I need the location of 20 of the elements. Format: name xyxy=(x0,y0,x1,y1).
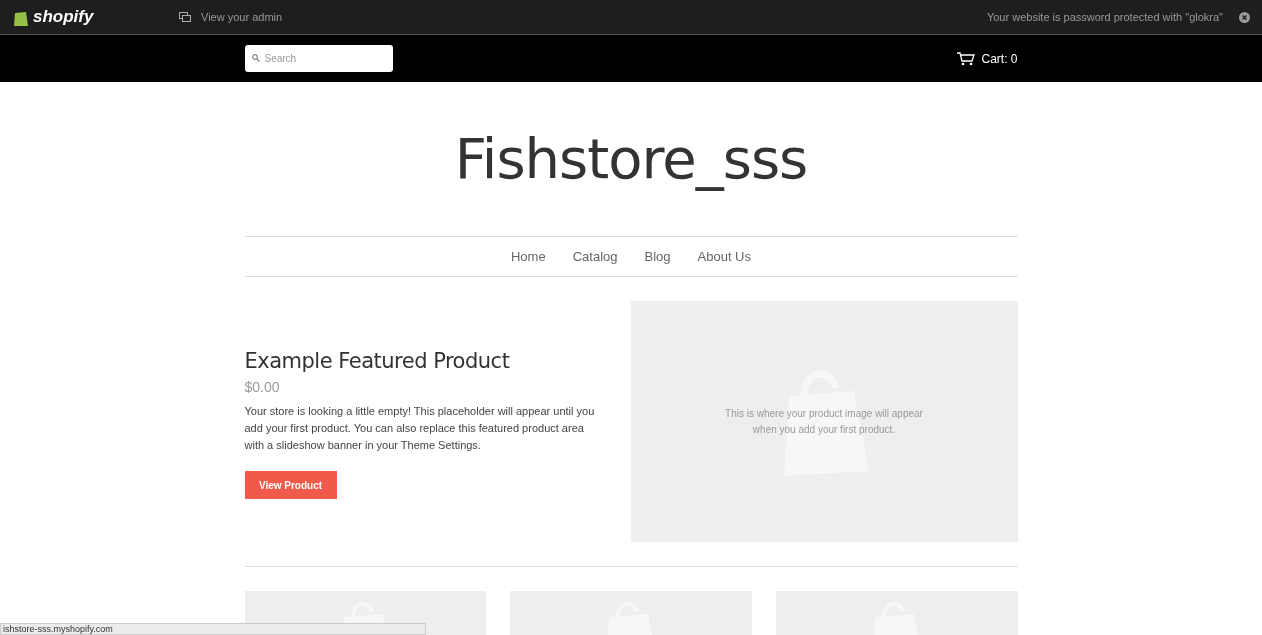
search-field[interactable]: Search xyxy=(244,45,393,72)
windows-icon xyxy=(179,12,191,22)
url-tooltip: ishstore-sss.myshopify.com xyxy=(0,623,426,635)
cart-link[interactable]: Cart: 0 xyxy=(981,49,1018,68)
shopify-logo[interactable]: shopify xyxy=(33,4,94,30)
password-notice: Your website is password protected with "glokra" xyxy=(986,9,1223,25)
view-product-button[interactable]: View Product xyxy=(244,471,337,500)
view-admin-link[interactable]: View your admin xyxy=(201,8,283,26)
nav-link[interactable]: Home xyxy=(511,246,546,267)
search-icon xyxy=(251,54,260,62)
product-price: $0.00 xyxy=(244,378,281,398)
product-title: Example Featured Product xyxy=(244,347,511,375)
nav-link[interactable]: About Us xyxy=(697,246,751,267)
nav-link[interactable]: Blog xyxy=(644,246,671,267)
cart-icon xyxy=(957,51,976,66)
close-icon[interactable] xyxy=(1239,11,1250,23)
nav-link[interactable]: Catalog xyxy=(572,246,618,267)
store-title[interactable]: Fishstore_sss xyxy=(454,117,808,201)
image-placeholder-text: This is where your product image will appear when you add your first product. xyxy=(724,406,924,437)
product-description: Your store is looking a little empty! This placeholder will appear until you add your first product. You can also replace this featured product area with a slideshow banner in your Theme Settings. xyxy=(244,404,596,454)
